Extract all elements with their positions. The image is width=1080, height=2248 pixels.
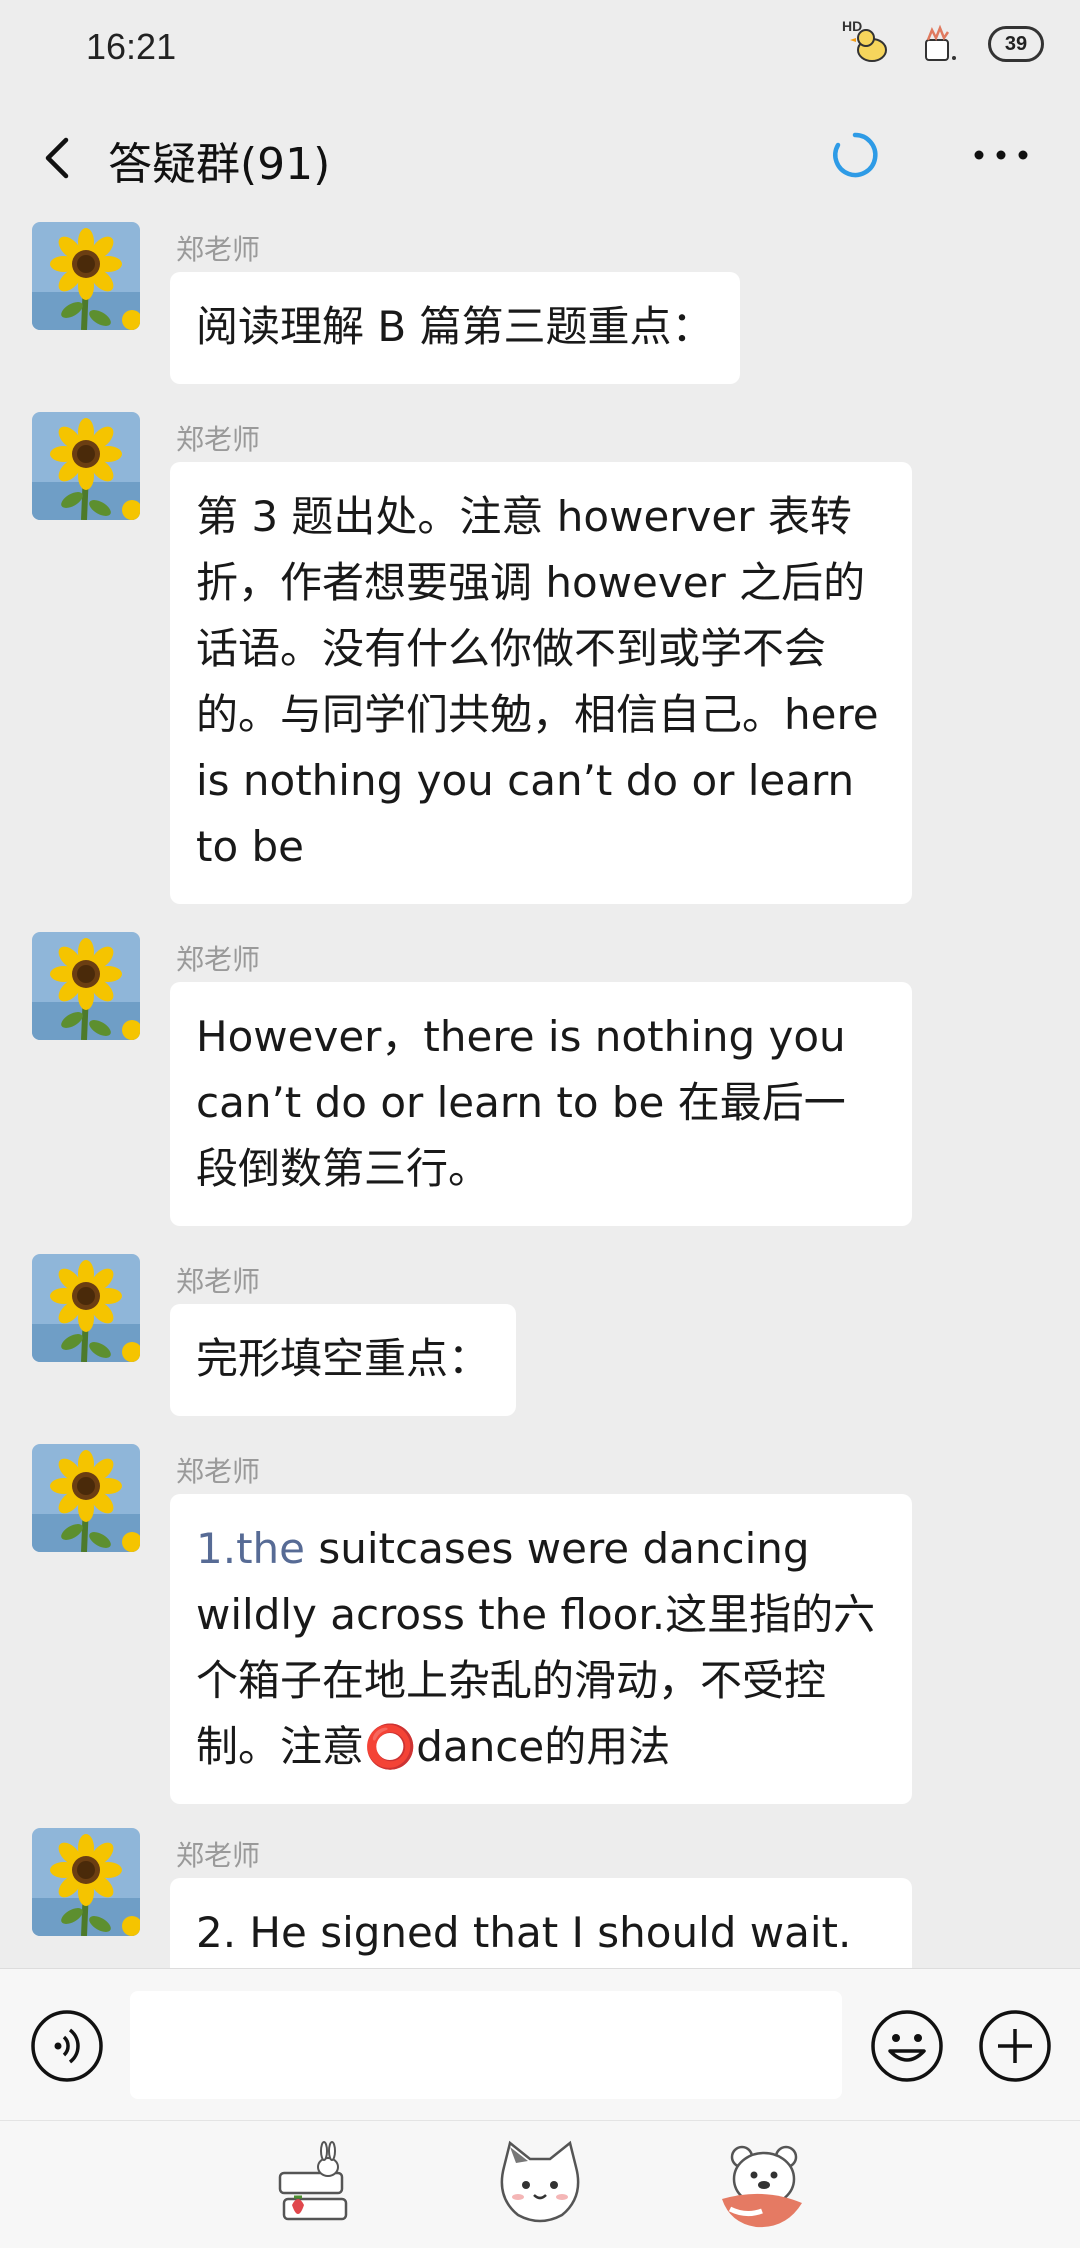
status-bar: 16:21 HD 39 bbox=[0, 0, 1080, 100]
sender-name: 郑老师 bbox=[176, 423, 261, 456]
sticker-bar bbox=[0, 2120, 1080, 2248]
avatar[interactable] bbox=[32, 1444, 140, 1552]
signal-sticker-icon bbox=[918, 24, 962, 64]
bear-sticker-icon[interactable] bbox=[716, 2137, 812, 2233]
message-link[interactable]: 1.the bbox=[196, 1524, 305, 1573]
hd-duck-icon: HD bbox=[842, 18, 892, 64]
message-bubble[interactable]: 阅读理解 B 篇第三题重点： bbox=[170, 272, 740, 384]
more-button[interactable] bbox=[966, 130, 1036, 180]
message-input[interactable] bbox=[130, 1991, 842, 2099]
emoji-button[interactable] bbox=[870, 2009, 944, 2083]
status-icons: HD 39 bbox=[842, 18, 1044, 64]
avatar[interactable] bbox=[32, 1254, 140, 1362]
avatar[interactable] bbox=[32, 222, 140, 330]
voice-icon bbox=[31, 2010, 103, 2082]
rabbit-sticker-icon[interactable] bbox=[270, 2137, 366, 2233]
avatar[interactable] bbox=[32, 932, 140, 1040]
more-dots-icon bbox=[974, 150, 1028, 160]
avatar[interactable] bbox=[32, 1828, 140, 1936]
message-bubble[interactable]: 完形填空重点： bbox=[170, 1304, 517, 1416]
input-bar bbox=[0, 1968, 1080, 2120]
sender-name: 郑老师 bbox=[176, 1265, 261, 1298]
sender-name: 郑老师 bbox=[176, 233, 261, 266]
sender-name: 郑老师 bbox=[176, 1839, 261, 1872]
voice-button[interactable] bbox=[30, 2009, 104, 2083]
status-time: 16:21 bbox=[86, 26, 177, 67]
back-arrow-icon bbox=[45, 137, 69, 179]
hd-label: HD bbox=[842, 18, 863, 34]
avatar[interactable] bbox=[32, 412, 140, 520]
more-functions-button[interactable] bbox=[978, 2009, 1052, 2083]
message-bubble[interactable]: However，there is nothing you can’t do or… bbox=[170, 982, 912, 1226]
cat-sticker-icon[interactable] bbox=[492, 2137, 588, 2233]
emoji-icon bbox=[871, 2010, 943, 2082]
title-bar: 答疑群(91) bbox=[0, 100, 1080, 218]
loading-spinner-icon bbox=[830, 130, 880, 180]
back-button[interactable] bbox=[32, 128, 92, 188]
message-bubble[interactable]: 2. He signed that I should wait. bbox=[170, 1878, 912, 1968]
plus-icon bbox=[979, 2010, 1051, 2082]
message-list[interactable]: 郑老师 阅读理解 B 篇第三题重点： 郑老师 第 3 题出处。注意 howerv… bbox=[0, 218, 1080, 1968]
sender-name: 郑老师 bbox=[176, 943, 261, 976]
message-bubble[interactable]: 第 3 题出处。注意 howerver 表转折，作者想要强调 however 之… bbox=[170, 462, 912, 904]
chat-title: 答疑群(91) bbox=[108, 139, 331, 190]
message-bubble[interactable]: 1.the suitcases were dancing wildly acro… bbox=[170, 1494, 912, 1804]
battery-indicator: 39 bbox=[988, 26, 1044, 62]
sender-name: 郑老师 bbox=[176, 1455, 261, 1488]
